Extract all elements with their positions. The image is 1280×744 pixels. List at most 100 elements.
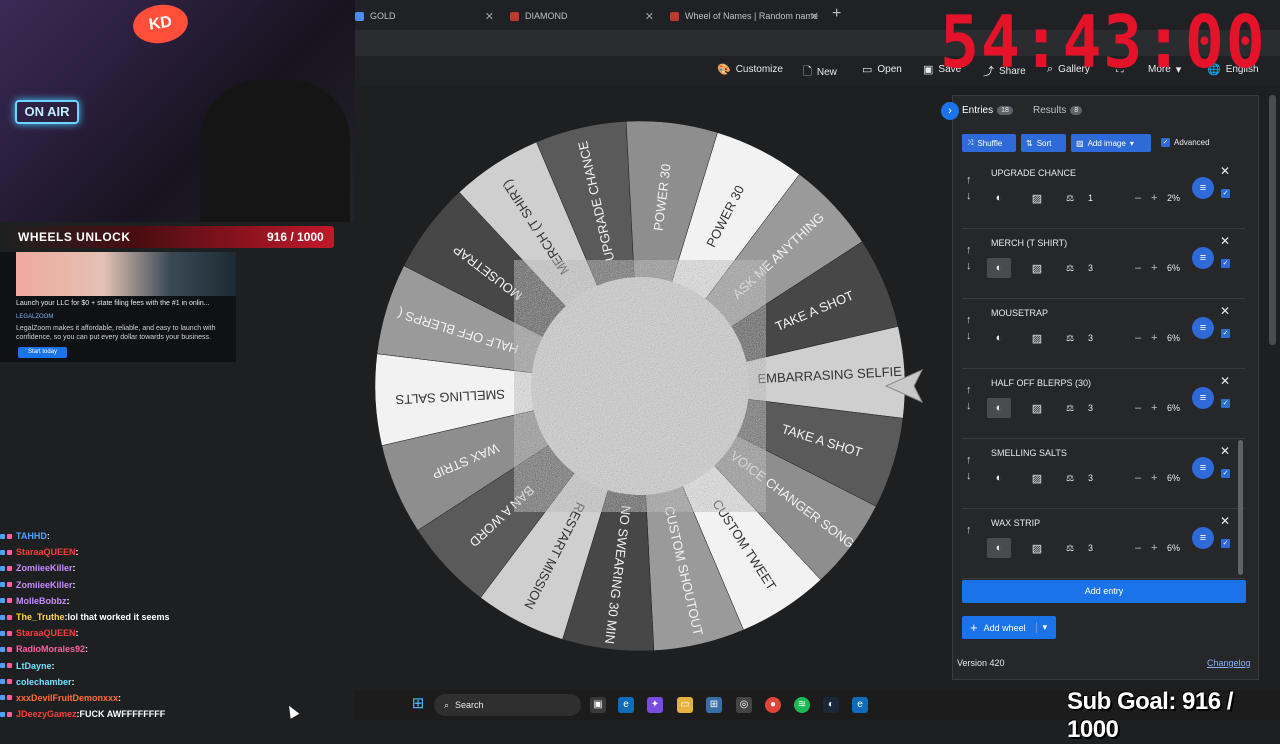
- entry-weight[interactable]: 3: [1088, 543, 1093, 553]
- increment-icon[interactable]: +: [1151, 332, 1157, 344]
- decrement-icon[interactable]: –: [1135, 402, 1141, 414]
- sort-button[interactable]: ⇅ Sort: [1021, 134, 1066, 152]
- entry-image-icon[interactable]: ▨: [1025, 538, 1049, 558]
- add-wheel-button[interactable]: + Add wheel ▾: [962, 616, 1056, 639]
- increment-icon[interactable]: +: [1151, 262, 1157, 274]
- chat-username[interactable]: JDeezyGamez: [16, 709, 77, 719]
- entry-image-icon[interactable]: ▨: [1025, 398, 1049, 418]
- remove-entry-icon[interactable]: ✕: [1220, 164, 1230, 178]
- entry-name[interactable]: SMELLING SALTS: [991, 448, 1067, 458]
- move-down-icon[interactable]: ↓: [966, 470, 972, 482]
- close-tab-icon[interactable]: ✕: [645, 10, 654, 23]
- move-up-icon[interactable]: ↑: [966, 384, 972, 396]
- increment-icon[interactable]: +: [1151, 192, 1157, 204]
- move-up-icon[interactable]: ↑: [966, 244, 972, 256]
- windows-start-icon[interactable]: ⊞: [410, 696, 426, 712]
- decrement-icon[interactable]: –: [1135, 332, 1141, 344]
- entry-weight[interactable]: 3: [1088, 263, 1093, 273]
- add-entry-button[interactable]: Add entry: [962, 580, 1246, 603]
- edge-icon[interactable]: e: [618, 697, 634, 713]
- customize-button[interactable]: 🎨 Customize: [717, 63, 783, 76]
- move-up-icon[interactable]: ↑: [966, 524, 972, 536]
- entry-enabled-checkbox[interactable]: ✓: [1221, 329, 1230, 338]
- task-view-icon[interactable]: ▣: [590, 697, 606, 713]
- store-icon[interactable]: ⊞: [706, 697, 722, 713]
- increment-icon[interactable]: +: [1151, 542, 1157, 554]
- entry-weight[interactable]: 3: [1088, 473, 1093, 483]
- entry-enabled-checkbox[interactable]: ✓: [1221, 189, 1230, 198]
- entry-settings-icon[interactable]: ≡: [1192, 457, 1214, 479]
- entry-enabled-checkbox[interactable]: ✓: [1221, 259, 1230, 268]
- remove-entry-icon[interactable]: ✕: [1220, 514, 1230, 528]
- move-up-icon[interactable]: ↑: [966, 174, 972, 186]
- entry-name[interactable]: HALF OFF BLERPS (30): [991, 378, 1091, 388]
- entry-enabled-checkbox[interactable]: ✓: [1221, 539, 1230, 548]
- move-down-icon[interactable]: ↓: [966, 260, 972, 272]
- entry-name[interactable]: MOUSETRAP: [991, 308, 1048, 318]
- entry-color-icon[interactable]: ◐: [987, 538, 1011, 558]
- steam-icon[interactable]: ◐: [823, 697, 839, 713]
- entry-image-icon[interactable]: ▨: [1025, 258, 1049, 278]
- chat-username[interactable]: TAHHD: [16, 531, 47, 541]
- tab-entries[interactable]: Entries 18: [962, 105, 1013, 116]
- remove-entry-icon[interactable]: ✕: [1220, 234, 1230, 248]
- entry-name[interactable]: MERCH (T SHIRT): [991, 238, 1067, 248]
- chat-username[interactable]: LtDayne: [16, 661, 52, 671]
- entry-enabled-checkbox[interactable]: ✓: [1221, 469, 1230, 478]
- spotify-icon[interactable]: ≋: [794, 697, 810, 713]
- file-explorer-icon[interactable]: ▭: [677, 697, 693, 713]
- remove-entry-icon[interactable]: ✕: [1220, 444, 1230, 458]
- chat-username[interactable]: colechamber: [16, 677, 72, 687]
- move-up-icon[interactable]: ↑: [966, 454, 972, 466]
- wheel-svg[interactable]: POWER 30ASK ME ANYTHINGTAKE A SHOTEMBARR…: [374, 120, 906, 652]
- close-tab-icon[interactable]: ✕: [810, 10, 819, 23]
- copilot-icon[interactable]: ✦: [647, 697, 663, 713]
- changelog-link[interactable]: Changelog: [1207, 658, 1251, 668]
- tab-gold[interactable]: GOLD ✕: [355, 6, 500, 26]
- entry-settings-icon[interactable]: ≡: [1192, 177, 1214, 199]
- entry-name[interactable]: WAX STRIP: [991, 518, 1040, 528]
- collapse-panel-icon[interactable]: ›: [941, 102, 959, 120]
- entry-weight[interactable]: 3: [1088, 403, 1093, 413]
- app-icon[interactable]: ◎: [736, 697, 752, 713]
- chat-username[interactable]: ZomiieeKiller: [16, 563, 73, 573]
- tab-results[interactable]: Results 8: [1033, 105, 1083, 116]
- chat-username[interactable]: StaraaQUEEN: [16, 628, 76, 638]
- tab-wheel-of-names[interactable]: Wheel of Names | Random name ✕: [670, 6, 825, 26]
- decrement-icon[interactable]: –: [1135, 262, 1141, 274]
- new-tab-icon[interactable]: +: [832, 5, 841, 23]
- entry-color-icon[interactable]: ◐: [987, 468, 1011, 488]
- checkbox-icon[interactable]: ✓: [1161, 138, 1170, 147]
- entry-color-icon[interactable]: ◐: [987, 188, 1011, 208]
- taskbar-search[interactable]: ⌕ Search: [434, 694, 581, 716]
- wheel[interactable]: POWER 30 ASK ME ANYTHING TAKE A SHOT EMBARR…: [374, 120, 906, 652]
- edge-active-icon[interactable]: e: [852, 697, 868, 713]
- new-button[interactable]: 🗋 New: [803, 63, 837, 82]
- chat-username[interactable]: StaraaQUEEN: [16, 547, 76, 557]
- increment-icon[interactable]: +: [1151, 472, 1157, 484]
- tab-diamond[interactable]: DIAMOND ✕: [510, 6, 660, 26]
- chat-username[interactable]: ZomiieeKiller: [16, 580, 73, 590]
- decrement-icon[interactable]: –: [1135, 542, 1141, 554]
- close-tab-icon[interactable]: ✕: [485, 10, 494, 23]
- entry-image-icon[interactable]: ▨: [1025, 468, 1049, 488]
- entry-image-icon[interactable]: ▨: [1025, 328, 1049, 348]
- decrement-icon[interactable]: –: [1135, 192, 1141, 204]
- add-image-button[interactable]: ▨ Add image ▾: [1071, 134, 1151, 152]
- wheel-center-hub[interactable]: [535, 281, 745, 491]
- move-down-icon[interactable]: ↓: [966, 400, 972, 412]
- advanced-toggle[interactable]: ✓ Advanced: [1161, 138, 1210, 147]
- entry-image-icon[interactable]: ▨: [1025, 188, 1049, 208]
- chat-username[interactable]: The_Truthe: [16, 612, 65, 622]
- chevron-down-icon[interactable]: ▾: [1035, 622, 1047, 633]
- chat-username[interactable]: RadioMorales92: [16, 644, 85, 654]
- ad-image[interactable]: [16, 252, 236, 296]
- entry-color-icon[interactable]: ◐: [987, 258, 1011, 278]
- entry-weight[interactable]: 1: [1088, 193, 1093, 203]
- shuffle-button[interactable]: ⤨ Shuffle: [962, 134, 1016, 152]
- decrement-icon[interactable]: –: [1135, 472, 1141, 484]
- entry-weight[interactable]: 3: [1088, 333, 1093, 343]
- remove-entry-icon[interactable]: ✕: [1220, 374, 1230, 388]
- move-up-icon[interactable]: ↑: [966, 314, 972, 326]
- entry-settings-icon[interactable]: ≡: [1192, 317, 1214, 339]
